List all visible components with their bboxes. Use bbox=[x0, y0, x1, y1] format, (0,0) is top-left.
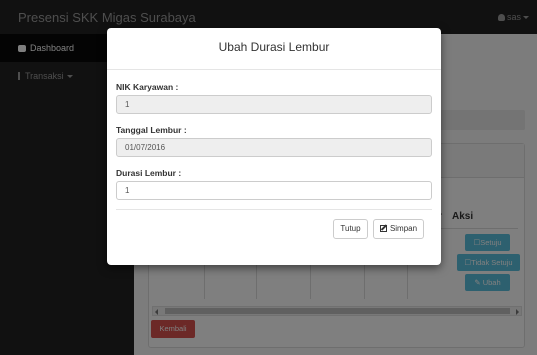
tanggal-label: Tanggal Lembur : bbox=[116, 125, 187, 135]
durasi-label: Durasi Lembur : bbox=[116, 168, 182, 178]
edit-overtime-modal: Ubah Durasi Lembur NIK Karyawan : Tangga… bbox=[107, 28, 441, 265]
nik-field[interactable] bbox=[116, 95, 432, 114]
nik-label: NIK Karyawan : bbox=[116, 82, 179, 92]
durasi-field[interactable] bbox=[116, 181, 432, 200]
simpan-button[interactable]: Simpan bbox=[373, 219, 424, 239]
edit-icon bbox=[379, 225, 387, 232]
simpan-label: Simpan bbox=[389, 224, 418, 233]
modal-header: Ubah Durasi Lembur bbox=[107, 28, 441, 70]
modal-title: Ubah Durasi Lembur bbox=[218, 40, 330, 54]
tutup-button[interactable]: Tutup bbox=[333, 219, 368, 239]
modal-footer-divider bbox=[116, 209, 432, 210]
tanggal-field[interactable] bbox=[116, 138, 432, 157]
